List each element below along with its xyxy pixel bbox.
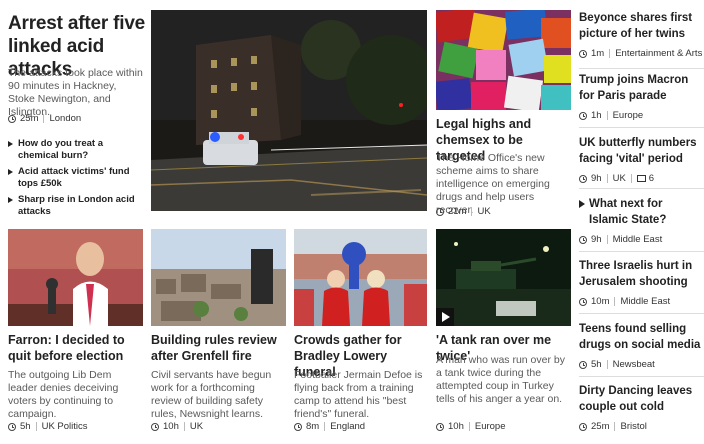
lead-meta: 25m London [8, 113, 81, 124]
clock-icon [579, 174, 587, 183]
sidebar-time: 1m [591, 48, 605, 59]
clock-icon [579, 235, 587, 244]
grenfell-photo [151, 229, 286, 326]
farron-photo [8, 229, 143, 326]
lead-section[interactable]: London [49, 113, 81, 124]
comment-count[interactable]: 6 [649, 173, 654, 184]
sidebar-item[interactable]: Teens found selling drugs on social medi… [579, 321, 704, 377]
sidebar-item[interactable]: Trump joins Macron for Paris parade 1h E… [579, 72, 704, 128]
legal-highs-time: 21m [448, 206, 467, 217]
sidebar-meta: 9h UK 6 [579, 173, 704, 184]
clock-icon [579, 111, 587, 120]
bottom-time: 10h [448, 421, 464, 432]
play-icon [442, 312, 450, 322]
crowd-photo [294, 229, 427, 326]
legal-highs-image[interactable] [436, 10, 571, 110]
clock-icon [579, 360, 587, 369]
bottom-summary: Footballer Jermain Defoe is flying back … [294, 369, 423, 420]
sidebar-item[interactable]: Three Israelis hurt in Jerusalem shootin… [579, 258, 704, 314]
bottom-section[interactable]: UK Politics [42, 421, 88, 432]
bottom-time: 10h [163, 421, 179, 432]
sidebar-meta: 5h Newsbeat [579, 359, 704, 370]
sidebar-item[interactable]: Beyonce shares first picture of her twin… [579, 10, 704, 69]
comment-icon [636, 175, 646, 182]
sidebar-meta: 1m Entertainment & Arts [579, 48, 704, 59]
sidebar-time: 10m [591, 296, 610, 307]
sidebar-section[interactable]: Middle East [613, 234, 663, 245]
sidebar-headline[interactable]: UK butterfly numbers facing 'vital' peri… [579, 135, 704, 167]
sidebar-section[interactable]: Middle East [620, 296, 670, 307]
related-link[interactable]: How do you treat a chemical burn? [8, 138, 143, 162]
sidebar-section[interactable]: UK [613, 173, 626, 184]
clock-icon [436, 207, 444, 216]
clock-icon [579, 49, 587, 58]
tank-night-photo [436, 229, 571, 326]
farron-image[interactable] [8, 229, 143, 326]
bottom-meta: 10h UK [151, 421, 203, 432]
clock-icon [579, 297, 587, 306]
legal-highs-section[interactable]: UK [477, 206, 490, 217]
bottom-summary: A man who was run over by a tank twice d… [436, 354, 565, 405]
lead-related-list: How do you treat a chemical burn? Acid a… [8, 138, 143, 218]
sidebar-time: 5h [591, 359, 602, 370]
clock-icon [8, 422, 16, 431]
sidebar-section[interactable]: Bristol [620, 421, 646, 432]
sidebar-meta: 9h Middle East [579, 234, 704, 245]
play-video-button[interactable] [436, 308, 454, 326]
clock-icon [579, 422, 587, 431]
related-link[interactable]: Sharp rise in London acid attacks [8, 194, 143, 218]
sidebar-headline[interactable]: Trump joins Macron for Paris parade [579, 72, 704, 104]
sidebar-item[interactable]: UK butterfly numbers facing 'vital' peri… [579, 135, 704, 189]
grenfell-image[interactable] [151, 229, 286, 326]
bottom-section[interactable]: UK [190, 421, 203, 432]
sidebar-item[interactable]: What next for Islamic State? 9h Middle E… [579, 196, 704, 252]
bottom-meta: 8m England [294, 421, 365, 432]
lowery-image[interactable] [294, 229, 427, 326]
bottom-time: 8m [306, 421, 320, 432]
bottom-section[interactable]: Europe [475, 421, 506, 432]
drug-packets-image [436, 10, 571, 110]
lead-summary: The attacks took place within 90 minutes… [8, 67, 143, 118]
legal-highs-meta: 21m UK [436, 206, 491, 217]
sidebar-headline[interactable]: Dirty Dancing leaves couple out cold [579, 383, 704, 415]
sidebar-headline[interactable]: Three Israelis hurt in Jerusalem shootin… [579, 258, 704, 290]
play-icon [579, 200, 585, 208]
related-link[interactable]: Acid attack victims' fund tops £50k [8, 166, 143, 190]
clock-icon [8, 114, 16, 123]
bottom-meta: 10h Europe [436, 421, 506, 432]
sidebar-headline[interactable]: Teens found selling drugs on social medi… [579, 321, 704, 353]
bottom-summary: The outgoing Lib Dem leader denies decei… [8, 369, 119, 420]
bottom-headline[interactable]: Farron: I decided to quit before electio… [8, 332, 146, 364]
bottom-summary: Civil servants have begun work for a for… [151, 369, 272, 420]
bottom-section[interactable]: England [330, 421, 365, 432]
sidebar-headline[interactable]: What next for Islamic State? [579, 196, 704, 228]
bottom-time: 5h [20, 421, 31, 432]
sidebar-time: 9h [591, 173, 602, 184]
lead-time: 25m [20, 113, 39, 124]
sidebar-time: 9h [591, 234, 602, 245]
sidebar-section[interactable]: Entertainment & Arts [615, 48, 702, 59]
sidebar-section[interactable]: Europe [613, 110, 644, 121]
clock-icon [294, 422, 302, 431]
sidebar-meta: 10m Middle East [579, 296, 704, 307]
clock-icon [151, 422, 159, 431]
bottom-meta: 5h UK Politics [8, 421, 88, 432]
sidebar-meta: 1h Europe [579, 110, 704, 121]
lead-image[interactable] [151, 10, 427, 211]
bottom-headline[interactable]: Building rules review after Grenfell fir… [151, 332, 286, 364]
sidebar-section[interactable]: Newsbeat [613, 359, 655, 370]
sidebar-item[interactable]: Dirty Dancing leaves couple out cold 25m… [579, 383, 704, 439]
sidebar-meta: 25m Bristol [579, 421, 704, 432]
sidebar-headline-text[interactable]: What next for Islamic State? [589, 198, 666, 226]
sidebar-time: 1h [591, 110, 602, 121]
police-scene-image [151, 10, 427, 211]
sidebar-time: 25m [591, 421, 610, 432]
sidebar-headline[interactable]: Beyonce shares first picture of her twin… [579, 10, 704, 42]
tank-image[interactable] [436, 229, 571, 326]
clock-icon [436, 422, 444, 431]
